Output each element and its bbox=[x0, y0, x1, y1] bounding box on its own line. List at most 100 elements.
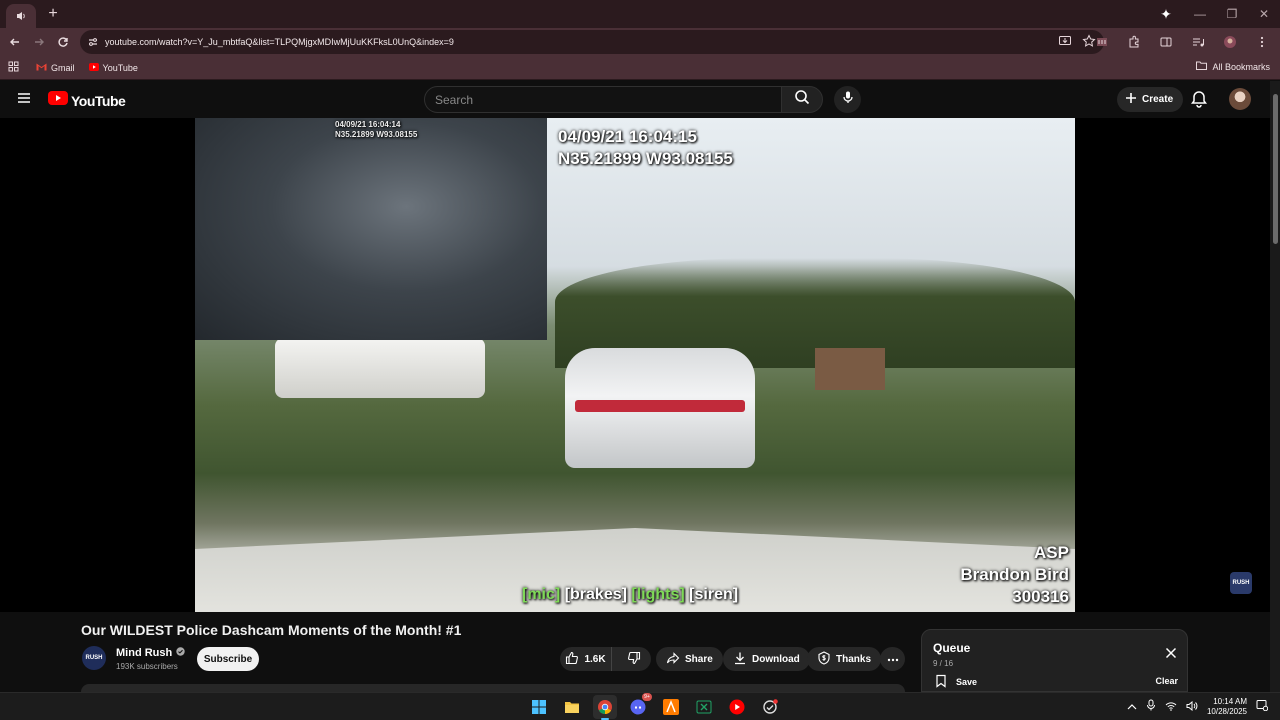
video-officer-info: ASP Brandon Bird 300316 bbox=[960, 543, 1069, 606]
scrollbar-thumb[interactable] bbox=[1273, 94, 1278, 244]
excel-icon[interactable] bbox=[692, 695, 716, 719]
share-arrow-icon bbox=[666, 651, 680, 668]
queue-save-button[interactable]: Save bbox=[935, 674, 977, 690]
back-button[interactable] bbox=[3, 30, 27, 54]
notifications-bell-icon[interactable] bbox=[1191, 90, 1207, 113]
video-police-car bbox=[565, 348, 755, 468]
audio-playing-icon[interactable] bbox=[15, 10, 27, 22]
extensions-puzzle-icon[interactable] bbox=[1124, 32, 1144, 52]
new-tab-button[interactable]: + bbox=[42, 3, 64, 25]
inset-timestamp: 04/09/21 16:04:14 N35.21899 W93.08155 bbox=[335, 120, 418, 139]
video-timestamp: 04/09/21 16:04:15 N35.21899 W93.08155 bbox=[558, 127, 733, 168]
channel-avatar[interactable]: RUSH bbox=[82, 646, 106, 670]
youtube-icon bbox=[88, 62, 99, 73]
bookmark-label: Gmail bbox=[51, 62, 75, 73]
video-inset-camera: 04/09/21 16:04:14 N35.21899 W93.08155 bbox=[195, 118, 547, 340]
share-label: Share bbox=[685, 653, 713, 665]
create-button[interactable]: Create bbox=[1117, 87, 1184, 112]
description-box[interactable] bbox=[81, 684, 905, 692]
queue-count: 9 / 16 bbox=[933, 659, 954, 668]
microphone-icon bbox=[841, 90, 855, 109]
site-info-icon[interactable] bbox=[87, 36, 99, 48]
wifi-icon[interactable] bbox=[1165, 698, 1177, 716]
reload-button[interactable] bbox=[51, 30, 75, 54]
video-shed bbox=[815, 348, 885, 390]
youtube-logo[interactable]: YouTube bbox=[48, 91, 126, 110]
gmail-icon bbox=[36, 62, 47, 73]
profile-avatar-icon[interactable] bbox=[1220, 32, 1240, 52]
thanks-button[interactable]: Thanks bbox=[807, 647, 882, 671]
create-label: Create bbox=[1142, 94, 1174, 105]
search-button[interactable] bbox=[781, 86, 823, 113]
queue-clear-button[interactable]: Clear bbox=[1155, 676, 1178, 686]
browser-tab-strip: + ✦ — ❐ ✕ bbox=[0, 0, 1280, 28]
like-button[interactable]: 1.6K bbox=[560, 647, 612, 671]
voice-search-button[interactable] bbox=[834, 86, 861, 113]
queue-title: Queue bbox=[933, 641, 971, 655]
all-bookmarks-label: All Bookmarks bbox=[1212, 61, 1270, 72]
address-bar[interactable]: youtube.com/watch?v=Y_Ju_mbtfaQ&list=TLP… bbox=[80, 30, 1104, 54]
thanks-label: Thanks bbox=[836, 653, 872, 665]
clock-date: 10/28/2025 bbox=[1206, 707, 1247, 716]
extension-icon[interactable] bbox=[1092, 32, 1112, 52]
bookmarks-bar: Gmail YouTube All Bookmarks bbox=[0, 56, 1280, 80]
subscribe-button[interactable]: Subscribe bbox=[197, 647, 259, 671]
guide-menu-icon[interactable] bbox=[16, 90, 32, 111]
youtube-music-icon[interactable] bbox=[725, 695, 749, 719]
video-status-tags: [mic] [brakes] [lights] [siren] bbox=[522, 586, 739, 603]
browser-toolbar: youtube.com/watch?v=Y_Ju_mbtfaQ&list=TLP… bbox=[0, 28, 1280, 56]
browser-menu-icon[interactable] bbox=[1252, 32, 1272, 52]
browser-tab[interactable] bbox=[6, 4, 36, 28]
show-hidden-icons-chevron-icon[interactable] bbox=[1127, 698, 1137, 716]
video-player[interactable]: 04/09/21 16:04:14 N35.21899 W93.08155 04… bbox=[0, 118, 1270, 612]
gemini-icon[interactable]: ✦ bbox=[1156, 4, 1176, 24]
video-frame[interactable]: 04/09/21 16:04:14 N35.21899 W93.08155 04… bbox=[195, 118, 1075, 612]
adobe-illustrator-icon[interactable] bbox=[659, 695, 683, 719]
chrome-icon[interactable] bbox=[593, 695, 617, 720]
install-app-icon[interactable] bbox=[1058, 34, 1072, 53]
forward-arrow-icon bbox=[35, 38, 44, 46]
discord-icon[interactable]: 9+ bbox=[626, 693, 652, 719]
search-input[interactable] bbox=[435, 93, 735, 107]
thumbs-up-icon bbox=[565, 651, 579, 668]
side-panel-icon[interactable] bbox=[1156, 32, 1176, 52]
channel-name[interactable]: Mind Rush bbox=[116, 647, 185, 659]
minimize-button[interactable]: — bbox=[1184, 0, 1216, 28]
more-actions-button[interactable] bbox=[880, 647, 905, 671]
youtube-masthead: YouTube Create bbox=[0, 81, 1280, 118]
reload-icon bbox=[58, 37, 68, 47]
notifications-icon[interactable] bbox=[1256, 698, 1269, 716]
dislike-button[interactable] bbox=[617, 647, 651, 671]
all-bookmarks-button[interactable]: All Bookmarks bbox=[1196, 61, 1270, 72]
more-horizontal-icon bbox=[887, 654, 899, 665]
share-button[interactable]: Share bbox=[656, 647, 723, 671]
queue-save-label: Save bbox=[956, 677, 978, 687]
download-button[interactable]: Download bbox=[723, 647, 810, 671]
account-avatar[interactable] bbox=[1229, 88, 1251, 110]
app-icon[interactable] bbox=[758, 695, 782, 719]
windows-start-icon[interactable] bbox=[527, 695, 551, 719]
bookmark-label: YouTube bbox=[102, 62, 138, 73]
apps-grid-icon[interactable] bbox=[8, 61, 19, 74]
media-controls-icon[interactable] bbox=[1188, 32, 1208, 52]
close-icon[interactable] bbox=[1165, 646, 1177, 664]
queue-panel: Queue 9 / 16 Save Clear bbox=[921, 629, 1188, 692]
youtube-wordmark: YouTube bbox=[71, 92, 126, 109]
bookmark-gmail[interactable]: Gmail bbox=[36, 62, 75, 73]
folder-icon bbox=[1196, 61, 1208, 72]
like-count: 1.6K bbox=[584, 653, 606, 665]
url-text[interactable]: youtube.com/watch?v=Y_Ju_mbtfaQ&list=TLP… bbox=[105, 37, 454, 47]
channel-watermark[interactable]: RUSH bbox=[1230, 572, 1252, 594]
taskbar-clock[interactable]: 10:14 AM 10/28/2025 bbox=[1207, 697, 1247, 717]
bookmark-save-icon bbox=[935, 674, 947, 690]
volume-icon[interactable] bbox=[1186, 698, 1198, 716]
microphone-tray-icon[interactable] bbox=[1146, 698, 1156, 716]
forward-button[interactable] bbox=[27, 30, 51, 54]
restore-button[interactable]: ❐ bbox=[1216, 0, 1248, 28]
file-explorer-icon[interactable] bbox=[560, 695, 584, 719]
bookmark-youtube[interactable]: YouTube bbox=[88, 62, 138, 73]
subscriber-count: 193K subscribers bbox=[116, 662, 178, 671]
search-box[interactable] bbox=[424, 86, 782, 113]
close-window-button[interactable]: ✕ bbox=[1248, 0, 1280, 28]
clock-time: 10:14 AM bbox=[1213, 697, 1247, 706]
